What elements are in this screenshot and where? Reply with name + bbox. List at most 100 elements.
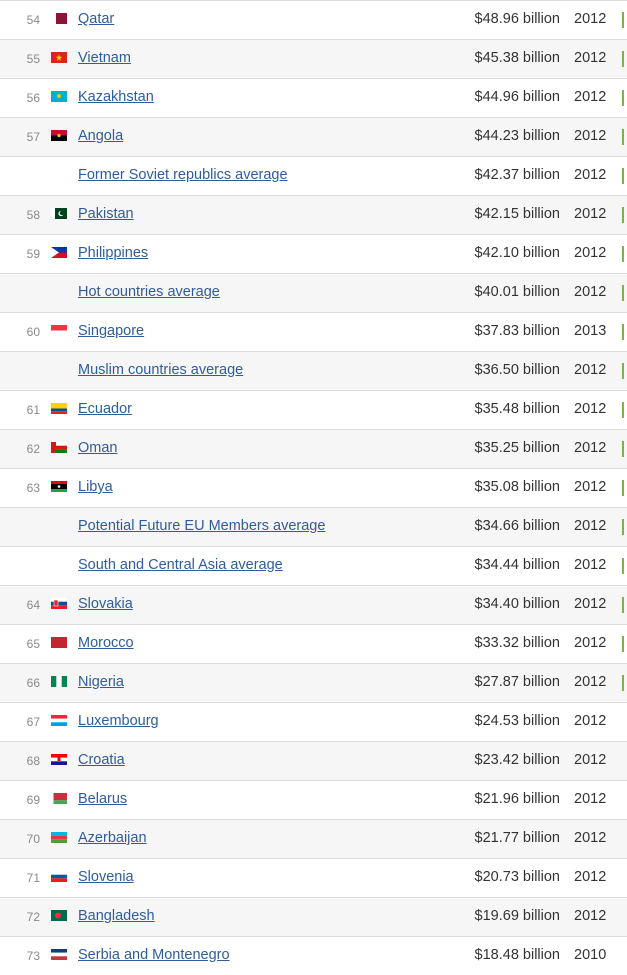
country-link[interactable]: Croatia	[78, 752, 125, 768]
value-bar	[622, 168, 624, 184]
value-cell: $36.50 billion	[474, 362, 560, 378]
country-link[interactable]: South and Central Asia average	[78, 557, 283, 573]
country-link[interactable]: Pakistan	[78, 206, 134, 222]
country-link[interactable]: Vietnam	[78, 50, 131, 66]
libya-flag	[51, 481, 67, 492]
year-cell: 2012	[574, 284, 607, 300]
table-row: Muslim countries average $36.50 billion 20…	[0, 351, 627, 390]
country-link[interactable]: Kazakhstan	[78, 89, 154, 105]
value-cell: $42.15 billion	[474, 206, 560, 222]
value-cell: $21.96 billion	[474, 791, 560, 807]
country-link[interactable]: Hot countries average	[78, 284, 220, 300]
year-cell: 2012	[574, 557, 607, 573]
table-row: 54 Qatar $48.96 billion 2012	[0, 0, 627, 39]
country-link[interactable]: Singapore	[78, 323, 144, 339]
rank-number: 57	[26, 130, 40, 144]
country-link[interactable]: Bangladesh	[78, 908, 155, 924]
year-cell: 2012	[574, 674, 607, 690]
table-row: 56 Kazakhstan $44.96 billion 2012	[0, 78, 627, 117]
value-bar	[622, 324, 624, 340]
year-cell: 2012	[574, 518, 607, 534]
country-link[interactable]: Morocco	[78, 635, 134, 651]
rank-number: 58	[26, 208, 40, 222]
table-row: 60 Singapore $37.83 billion 2013	[0, 312, 627, 351]
rank-number: 65	[26, 637, 40, 651]
year-cell: 2012	[574, 167, 607, 183]
value-bar	[622, 675, 624, 691]
value-cell: $24.53 billion	[474, 713, 560, 729]
country-link[interactable]: Slovenia	[78, 869, 134, 885]
value-cell: $37.83 billion	[474, 323, 560, 339]
serbia-and-montenegro-flag	[51, 949, 67, 960]
country-link[interactable]: Muslim countries average	[78, 362, 243, 378]
belarus-flag	[51, 793, 67, 804]
value-cell: $42.37 billion	[474, 167, 560, 183]
rank-number: 60	[26, 325, 40, 339]
rank-number: 62	[26, 442, 40, 456]
value-cell: $44.23 billion	[474, 128, 560, 144]
country-link[interactable]: Azerbaijan	[78, 830, 147, 846]
kazakhstan-flag	[51, 91, 67, 102]
year-cell: 2012	[574, 479, 607, 495]
year-cell: 2012	[574, 245, 607, 261]
country-link[interactable]: Former Soviet republics average	[78, 167, 288, 183]
year-cell: 2012	[574, 596, 607, 612]
table-row: 71 Slovenia $20.73 billion 2012	[0, 858, 627, 897]
table-row: 59 Philippines $42.10 billion 2012	[0, 234, 627, 273]
year-cell: 2012	[574, 362, 607, 378]
bangladesh-flag	[51, 910, 67, 921]
value-cell: $23.42 billion	[474, 752, 560, 768]
country-link[interactable]: Angola	[78, 128, 123, 144]
value-bar	[622, 90, 624, 106]
table-row: 62 Oman $35.25 billion 2012	[0, 429, 627, 468]
value-cell: $45.38 billion	[474, 50, 560, 66]
value-cell: $20.73 billion	[474, 869, 560, 885]
value-cell: $34.66 billion	[474, 518, 560, 534]
rank-number: 61	[26, 403, 40, 417]
year-cell: 2012	[574, 11, 607, 27]
year-cell: 2012	[574, 830, 607, 846]
value-cell: $35.48 billion	[474, 401, 560, 417]
slovenia-flag	[51, 871, 67, 882]
value-bar	[622, 519, 624, 535]
value-cell: $35.08 billion	[474, 479, 560, 495]
value-bar	[622, 12, 624, 28]
country-link[interactable]: Luxembourg	[78, 713, 159, 729]
table-row: 68 Croatia $23.42 billion 2012	[0, 741, 627, 780]
table-row: South and Central Asia average $34.44 bil…	[0, 546, 627, 585]
country-link[interactable]: Ecuador	[78, 401, 132, 417]
country-link[interactable]: Nigeria	[78, 674, 124, 690]
country-link[interactable]: Belarus	[78, 791, 127, 807]
value-cell: $35.25 billion	[474, 440, 560, 456]
table-row: 73 Serbia and Montenegro $18.48 billion 201…	[0, 936, 627, 975]
rank-number: 64	[26, 598, 40, 612]
country-link[interactable]: Libya	[78, 479, 113, 495]
table-row: 63 Libya $35.08 billion 2012	[0, 468, 627, 507]
rank-number: 54	[26, 13, 40, 27]
country-link[interactable]: Slovakia	[78, 596, 133, 612]
year-cell: 2012	[574, 89, 607, 105]
table-row: 61 Ecuador $35.48 billion 2012	[0, 390, 627, 429]
country-link[interactable]: Philippines	[78, 245, 148, 261]
country-link[interactable]: Oman	[78, 440, 118, 456]
qatar-flag	[51, 13, 67, 24]
table-row: 55 Vietnam $45.38 billion 2012	[0, 39, 627, 78]
year-cell: 2013	[574, 323, 607, 339]
table-row: Potential Future EU Members average $34.6…	[0, 507, 627, 546]
table-row: 67 Luxembourg $24.53 billion 2012	[0, 702, 627, 741]
rank-number: 72	[26, 910, 40, 924]
value-bar	[622, 246, 624, 262]
rank-number: 66	[26, 676, 40, 690]
oman-flag	[51, 442, 67, 453]
table-row: 70 Azerbaijan $21.77 billion 2012	[0, 819, 627, 858]
country-link[interactable]: Potential Future EU Members average	[78, 518, 325, 534]
value-bar	[622, 480, 624, 496]
value-cell: $33.32 billion	[474, 635, 560, 651]
value-bar	[622, 402, 624, 418]
angola-flag	[51, 130, 67, 141]
table-row: 57 Angola $44.23 billion 2012	[0, 117, 627, 156]
year-cell: 2012	[574, 128, 607, 144]
table-row: Hot countries average $40.01 billion 2012	[0, 273, 627, 312]
table-row: 69 Belarus $21.96 billion 2012	[0, 780, 627, 819]
country-link[interactable]: Qatar	[78, 11, 114, 27]
